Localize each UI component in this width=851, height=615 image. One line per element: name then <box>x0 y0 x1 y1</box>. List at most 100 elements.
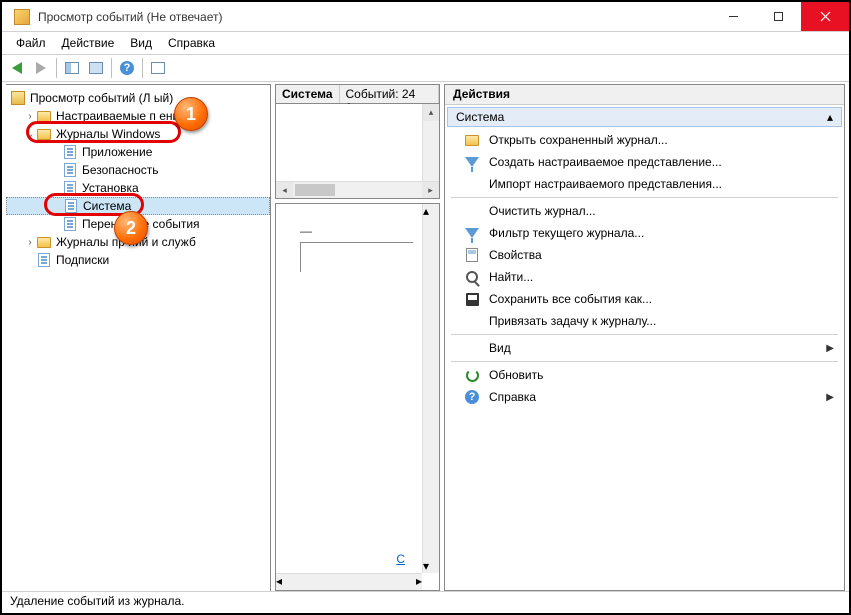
action-label: Фильтр текущего журнала... <box>489 226 644 240</box>
menu-help[interactable]: Справка <box>160 34 223 52</box>
close-button[interactable] <box>801 2 849 31</box>
status-text: Удаление событий из журнала. <box>10 594 184 608</box>
expander-icon[interactable]: › <box>24 237 36 248</box>
action-create-custom[interactable]: Создать настраиваемое представление... <box>445 151 844 173</box>
action-import-custom[interactable]: Импорт настраиваемого представления... <box>445 173 844 195</box>
action-properties[interactable]: Свойства <box>445 244 844 266</box>
show-hide-action-button[interactable] <box>85 57 107 79</box>
log-icon <box>62 216 78 232</box>
action-view[interactable]: Вид▶ <box>445 337 844 359</box>
tree-label: Настраиваемые п ения <box>56 109 186 123</box>
tree-forwarded[interactable]: Перена ные события <box>6 215 270 233</box>
submenu-arrow-icon: ▶ <box>826 343 834 354</box>
toolbar: ? <box>2 54 849 82</box>
help-toolbar-button[interactable]: ? <box>116 57 138 79</box>
separator <box>56 58 57 78</box>
tree-label: Журналы Windows <box>56 127 160 141</box>
menu-bar: Файл Действие Вид Справка <box>2 32 849 54</box>
minimize-button[interactable] <box>711 2 756 31</box>
action-refresh[interactable]: Обновить <box>445 364 844 386</box>
refresh-toolbar-button[interactable] <box>147 57 169 79</box>
action-attach-task[interactable]: Привязать задачу к журналу... <box>445 310 844 332</box>
expander-icon[interactable]: ⌄ <box>24 129 36 140</box>
tree-setup[interactable]: Установка <box>6 179 270 197</box>
tree-system[interactable]: Система <box>6 197 270 215</box>
tree-security[interactable]: Безопасность <box>6 161 270 179</box>
app-icon <box>14 9 30 25</box>
tree-root[interactable]: Просмотр событий (Л ый) <box>6 89 270 107</box>
separator <box>142 58 143 78</box>
events-list[interactable]: ▴ ◂ ▸ <box>275 104 440 199</box>
tree-application[interactable]: Приложение <box>6 143 270 161</box>
menu-view[interactable]: Вид <box>122 34 160 52</box>
events-header: Система Событий: 24 2... <box>275 84 440 104</box>
horizontal-scrollbar[interactable]: ◂ ▸ <box>276 181 439 198</box>
events-col-system[interactable]: Система <box>276 85 340 103</box>
action-label: Обновить <box>489 368 543 382</box>
detail-link[interactable]: С <box>396 552 405 566</box>
scroll-down-icon[interactable]: ▾ <box>423 559 439 573</box>
help-icon: ? <box>463 389 481 405</box>
status-bar: Удаление событий из журнала. <box>2 591 849 613</box>
folder-icon <box>36 126 52 142</box>
tree-label: Перена ные события <box>82 217 200 231</box>
detail-frame <box>300 242 413 272</box>
arrow-left-icon <box>12 62 22 74</box>
action-label: Открыть сохраненный журнал... <box>489 133 668 147</box>
action-filter-current[interactable]: Фильтр текущего журнала... <box>445 222 844 244</box>
vertical-scrollbar[interactable]: ▴ ▾ <box>422 204 439 573</box>
action-label: Справка <box>489 390 536 404</box>
menu-action[interactable]: Действие <box>54 34 123 52</box>
scroll-up-icon[interactable]: ▴ <box>423 204 439 218</box>
separator <box>451 361 838 362</box>
submenu-arrow-icon: ▶ <box>826 392 834 403</box>
expander-icon[interactable]: › <box>24 111 36 122</box>
forward-button[interactable] <box>30 57 52 79</box>
scroll-left-icon[interactable]: ◂ <box>276 574 282 590</box>
tree-app-services[interactable]: › Журналы пр ний и служб <box>6 233 270 251</box>
horizontal-scrollbar[interactable]: ◂ ▸ <box>276 573 422 590</box>
folder-open-icon <box>463 132 481 148</box>
vertical-scrollbar[interactable]: ▴ <box>422 104 439 181</box>
action-clear-log[interactable]: Очистить журнал... <box>445 200 844 222</box>
show-hide-tree-button[interactable] <box>61 57 83 79</box>
action-find[interactable]: Найти... <box>445 266 844 288</box>
event-details[interactable]: — С ▴ ▾ ◂ ▸ <box>275 203 440 591</box>
title-bar: Просмотр событий (Не отвечает) <box>2 2 849 32</box>
tree-windows-logs[interactable]: ⌄ Журналы Windows <box>6 125 270 143</box>
scroll-thumb[interactable] <box>295 184 335 196</box>
action-label: Свойства <box>489 248 542 262</box>
action-help[interactable]: ? Справка ▶ <box>445 386 844 408</box>
actions-subheader[interactable]: Система ▴ <box>447 107 842 127</box>
tree-label: Приложение <box>82 145 152 159</box>
action-save-all[interactable]: Сохранить все события как... <box>445 288 844 310</box>
scroll-right-icon[interactable]: ▸ <box>416 574 422 590</box>
detail-dash: — <box>280 224 435 238</box>
collapse-icon[interactable]: ▴ <box>827 110 833 124</box>
pane2-icon <box>89 62 103 74</box>
actions-panel: Действия Система ▴ Открыть сохраненный ж… <box>444 84 845 591</box>
action-label: Привязать задачу к журналу... <box>489 314 656 328</box>
scroll-left-icon[interactable]: ◂ <box>276 182 293 198</box>
tree-root-label: Просмотр событий (Л ый) <box>30 91 173 105</box>
tree-label: Журналы пр ний и служб <box>56 235 196 249</box>
action-open-saved[interactable]: Открыть сохраненный журнал... <box>445 129 844 151</box>
tree: Просмотр событий (Л ый) › Настраиваемые … <box>6 85 270 273</box>
tree-subscriptions[interactable]: Подписки <box>6 251 270 269</box>
tree-custom-views[interactable]: › Настраиваемые п ения <box>6 107 270 125</box>
log-icon <box>63 198 79 214</box>
refresh-tb-icon <box>151 62 165 74</box>
save-icon <box>463 291 481 307</box>
events-col-count[interactable]: Событий: 24 2... <box>340 85 439 103</box>
actions-header: Действия <box>445 85 844 105</box>
folder-icon <box>36 234 52 250</box>
tree-label: Установка <box>82 181 139 195</box>
maximize-button[interactable] <box>756 2 801 31</box>
scroll-right-icon[interactable]: ▸ <box>422 182 439 198</box>
folder-icon <box>36 108 52 124</box>
back-button[interactable] <box>6 57 28 79</box>
find-icon <box>463 269 481 285</box>
blank-icon <box>463 203 481 219</box>
scroll-up-icon[interactable]: ▴ <box>423 104 439 121</box>
menu-file[interactable]: Файл <box>8 34 54 52</box>
